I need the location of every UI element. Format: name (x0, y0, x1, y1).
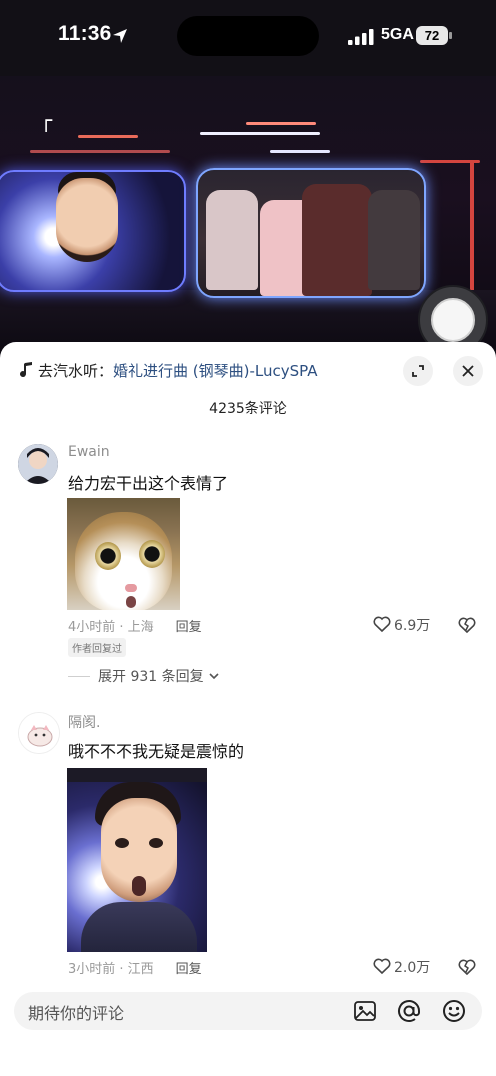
expand-button[interactable] (403, 356, 433, 386)
video-player[interactable]: 11:36 5GA 72 ┌ (0, 0, 496, 360)
performer-face (56, 178, 118, 262)
comment-meta: 3小时前 · 江西 回复 (68, 958, 202, 977)
cat-mouth (126, 596, 136, 608)
comment-input[interactable]: 期待你的评论 (14, 992, 482, 1030)
location-arrow-icon (113, 29, 127, 43)
reply-button[interactable]: 回复 (176, 962, 202, 977)
close-button[interactable] (453, 356, 483, 386)
battery-indicator: 72 (416, 26, 448, 45)
broken-heart-icon[interactable] (457, 615, 477, 635)
avatar[interactable] (18, 444, 58, 484)
comment-time-location: 4小时前 · 上海 (68, 620, 154, 635)
cat-eye-right (139, 540, 165, 568)
heart-icon (373, 616, 391, 633)
face-shirt (81, 902, 197, 952)
expand-replies-label: 展开 931 条回复 (98, 669, 204, 685)
face-eye-left (115, 838, 129, 848)
record-button-inner (431, 298, 475, 342)
comment-input-bar: 期待你的评论 (0, 982, 496, 1076)
like-button[interactable]: 2.0万 (372, 956, 430, 976)
comment-username[interactable]: Ewain (68, 444, 110, 460)
broken-heart-icon[interactable] (457, 957, 477, 977)
comment-count: 4235条评论 (209, 401, 287, 417)
cat-head (75, 512, 172, 610)
signal-icon (348, 29, 374, 45)
avatar[interactable] (18, 712, 60, 754)
like-button[interactable]: 6.9万 (372, 614, 430, 634)
close-icon (462, 365, 474, 377)
image-top-band (67, 768, 207, 782)
like-count: 2.0万 (394, 960, 431, 976)
stage-bracket-light: ┌ (40, 108, 53, 132)
comment-sheet: 去汽水听：婚礼进行曲 (钢琴曲)-LucySPA 4235条评论 Ewain 给… (0, 342, 496, 1076)
expand-divider (68, 676, 90, 677)
comment-image-cat[interactable] (67, 498, 180, 610)
status-bar: 11:36 5GA 72 (0, 0, 496, 76)
music-link[interactable]: 去汽水听：婚礼进行曲 (钢琴曲)-LucySPA (20, 360, 400, 382)
expand-icon (412, 365, 424, 377)
comment-time-location: 3小时前 · 江西 (68, 962, 154, 977)
face-mouth (132, 876, 146, 896)
emoji-icon[interactable] (441, 998, 467, 1024)
chevron-down-icon (209, 673, 219, 680)
battery-tip (449, 32, 452, 39)
like-count: 6.9万 (394, 618, 431, 634)
status-time: 11:36 (58, 22, 112, 45)
expand-replies-button[interactable]: 展开 931 条回复 (68, 666, 220, 686)
heart-icon (373, 958, 391, 975)
network-type: 5GA (381, 26, 414, 43)
comment-input-placeholder: 期待你的评论 (28, 1004, 125, 1023)
cat-nose (125, 584, 137, 592)
dynamic-island (177, 16, 319, 56)
image-icon[interactable] (352, 998, 378, 1024)
stage-screen-kiss-cam (196, 168, 426, 298)
cat-eye-left (95, 542, 121, 570)
comment-username[interactable]: 隔阂. (68, 712, 100, 732)
comment-text[interactable]: 给力宏干出这个表情了 (68, 470, 228, 494)
music-prefix: 去汽水听： (38, 362, 114, 380)
face-eye-right (149, 838, 163, 848)
reply-button[interactable]: 回复 (176, 620, 202, 635)
song-title[interactable]: 婚礼进行曲 (钢琴曲)-LucySPA (113, 362, 317, 380)
at-icon[interactable] (396, 998, 422, 1024)
stage-red-bar (470, 160, 474, 310)
avatar-image (18, 444, 58, 484)
music-note-icon (20, 362, 32, 378)
comment-text[interactable]: 哦不不不我无疑是震惊的 (68, 738, 244, 762)
author-replied-tag: 作者回复过 (68, 638, 126, 657)
comment-image-surprised-face[interactable] (67, 768, 207, 952)
comment-meta: 4小时前 · 上海 回复 (68, 616, 202, 635)
avatar-image (19, 713, 59, 753)
